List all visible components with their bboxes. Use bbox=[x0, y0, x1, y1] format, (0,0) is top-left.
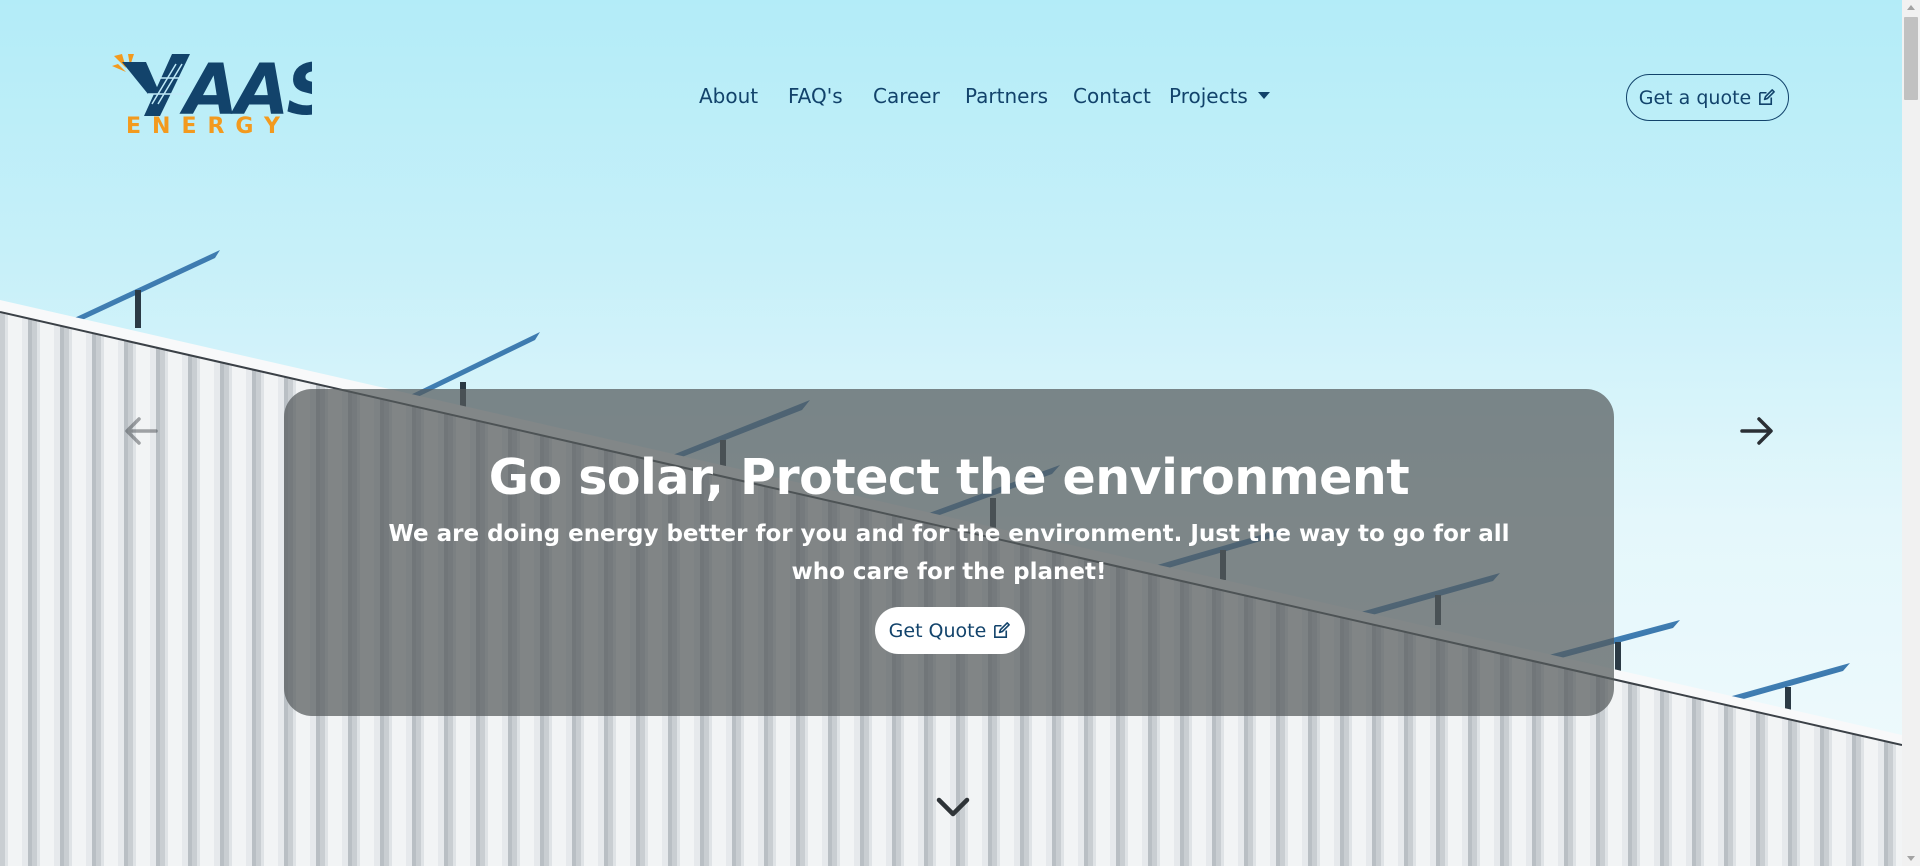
nav-projects-dropdown[interactable]: Projects bbox=[1169, 80, 1270, 112]
hero-title: Go solar, Protect the environment bbox=[488, 449, 1410, 506]
get-a-quote-label: Get a quote bbox=[1638, 86, 1752, 109]
logo-mark: AAS bbox=[112, 49, 337, 131]
edit-icon bbox=[1759, 89, 1776, 105]
scroll-down-icon[interactable] bbox=[1907, 856, 1915, 861]
carousel-next-arrow-right-icon[interactable] bbox=[1740, 416, 1774, 446]
nav-faqs[interactable]: FAQ's bbox=[788, 80, 843, 112]
get-a-quote-button[interactable]: Get a quote bbox=[1626, 74, 1789, 121]
caret-down-icon bbox=[1257, 92, 1270, 99]
nav-contact[interactable]: Contact bbox=[1073, 80, 1151, 112]
edit-icon bbox=[994, 622, 1011, 638]
svg-text:AAS: AAS bbox=[179, 54, 312, 116]
get-quote-label: Get Quote bbox=[888, 619, 987, 642]
scroll-down-chevron-down-icon[interactable] bbox=[935, 795, 971, 819]
nav-career[interactable]: Career bbox=[873, 80, 940, 112]
get-quote-button[interactable]: Get Quote bbox=[875, 607, 1025, 654]
carousel-caption: Go solar, Protect the environment We are… bbox=[284, 389, 1614, 716]
nav-partners[interactable]: Partners bbox=[965, 80, 1048, 112]
scrollbar-thumb[interactable] bbox=[1904, 17, 1918, 100]
carousel-prev-arrow-left-icon[interactable] bbox=[124, 416, 158, 446]
nav-about[interactable]: About bbox=[699, 80, 758, 112]
page-scrollbar[interactable] bbox=[1902, 0, 1920, 866]
scroll-up-icon[interactable] bbox=[1907, 5, 1915, 10]
hero-subtitle: We are doing energy better for you and f… bbox=[388, 521, 1510, 585]
brand-logo[interactable]: AAS ENERGY bbox=[112, 49, 337, 140]
logo-tagline: ENERGY bbox=[126, 114, 291, 139]
nav-projects-label: Projects bbox=[1169, 84, 1248, 108]
